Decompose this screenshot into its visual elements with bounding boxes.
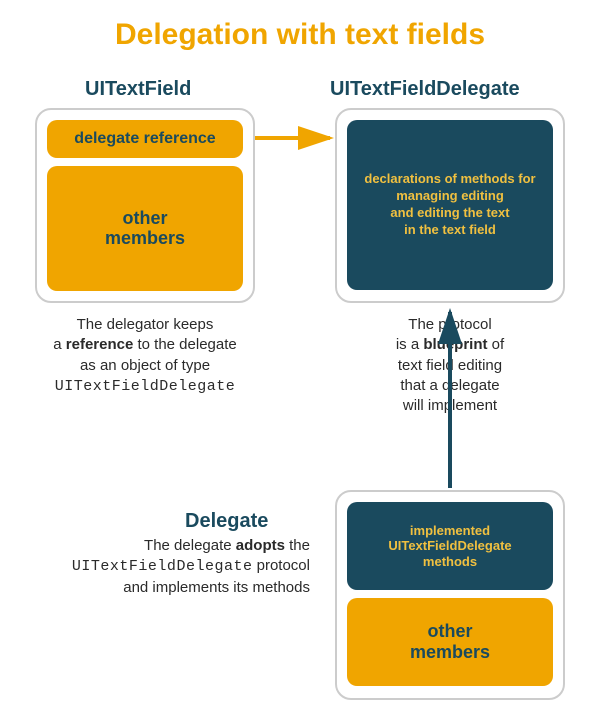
delegate-other-members: othermembers: [347, 598, 553, 686]
caption-delegate: The delegate adopts the UITextFieldDeleg…: [30, 536, 310, 598]
diagram-title: Delegation with text fields: [0, 0, 600, 52]
mono: UITextFieldDelegate: [55, 378, 236, 395]
line-part: of: [488, 336, 505, 353]
line: in the text field: [404, 222, 496, 239]
label-delegate: Delegate: [185, 510, 268, 533]
line-part: to the delegate: [133, 336, 236, 353]
line-part: the: [285, 537, 310, 554]
line-part: a: [53, 336, 66, 353]
line: managing editing: [396, 188, 504, 205]
caption-delegator: The delegator keeps a reference to the d…: [35, 315, 255, 397]
delegate-implemented-methods: implemented UITextFieldDelegate methods: [347, 502, 553, 590]
line: declarations of methods for: [364, 171, 535, 188]
box-uitextfield: delegate reference othermembers: [35, 108, 255, 303]
line: The delegator keeps: [77, 316, 214, 333]
bold: blueprint: [423, 336, 487, 353]
line-part: is a: [396, 336, 424, 353]
label-uitextfielddelegate: UITextFieldDelegate: [330, 78, 520, 101]
line: and editing the text: [390, 205, 509, 222]
line-part: protocol: [252, 557, 310, 574]
bold: reference: [66, 336, 134, 353]
line: text field editing: [398, 357, 502, 374]
label-uitextfield: UITextField: [85, 78, 191, 101]
box-delegate: implemented UITextFieldDelegate methods …: [335, 490, 565, 700]
bold: adopts: [236, 537, 285, 554]
mono: UITextFieldDelegate: [72, 558, 253, 575]
line: and implements its methods: [123, 579, 310, 596]
line: The protocol: [408, 316, 491, 333]
uitextfield-other-members: othermembers: [47, 166, 243, 291]
caption-blueprint: The protocol is a blueprint of text fiel…: [335, 315, 565, 416]
line: will implement: [403, 397, 497, 414]
line: methods: [423, 554, 477, 570]
box-uitextfielddelegate: declarations of methods for managing edi…: [335, 108, 565, 303]
line: implemented: [410, 523, 490, 539]
line: that a delegate: [400, 377, 499, 394]
line-part: The delegate: [144, 537, 236, 554]
protocol-declarations: declarations of methods for managing edi…: [347, 120, 553, 290]
delegate-reference-pill: delegate reference: [47, 120, 243, 158]
text: othermembers: [105, 209, 185, 249]
line: as an object of type: [80, 357, 210, 374]
line: UITextFieldDelegate: [388, 538, 511, 554]
text: othermembers: [410, 621, 490, 663]
